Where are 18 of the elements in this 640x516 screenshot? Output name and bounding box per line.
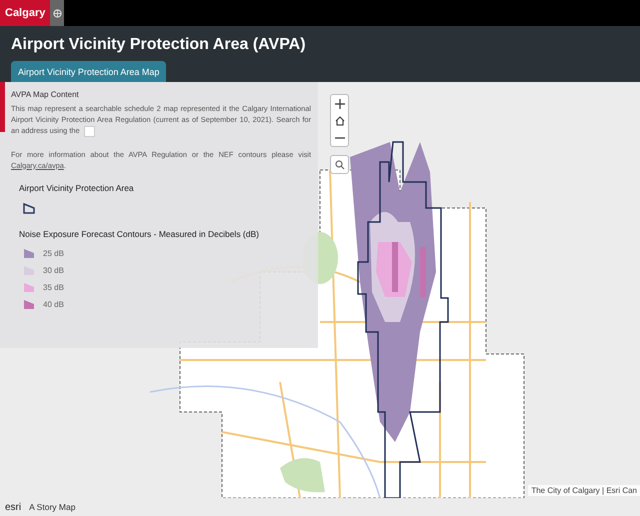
tab[interactable]: Airport Vicinity Protection Area Map xyxy=(11,61,166,82)
legend-label: 30 dB xyxy=(43,266,64,275)
legend-label: 35 dB xyxy=(43,282,64,292)
plus-icon xyxy=(334,98,344,108)
page-title: Airport Vicinity Protection Area (AVPA) xyxy=(11,36,307,54)
accent-bar xyxy=(0,82,5,132)
legend-label: 25 dB xyxy=(43,248,64,258)
legend-title: Airport Vicinity Protection Area xyxy=(19,182,135,193)
story-map-label: A Story Map xyxy=(29,502,76,512)
home-icon xyxy=(334,116,344,126)
city-logo[interactable]: Calgary xyxy=(0,0,50,26)
globe-icon[interactable] xyxy=(50,0,64,26)
panel-heading: AVPA Map Content xyxy=(11,90,80,99)
legend-label: 40 dB xyxy=(43,300,64,309)
legend-title: Noise Exposure Forecast Contours - Measured in Decibels (dB) xyxy=(19,228,260,239)
boundary-symbol-icon xyxy=(23,202,35,214)
esri-logo[interactable]: esri xyxy=(5,502,22,512)
map-attribution: The City of Calgary | Esri Can xyxy=(528,485,640,496)
